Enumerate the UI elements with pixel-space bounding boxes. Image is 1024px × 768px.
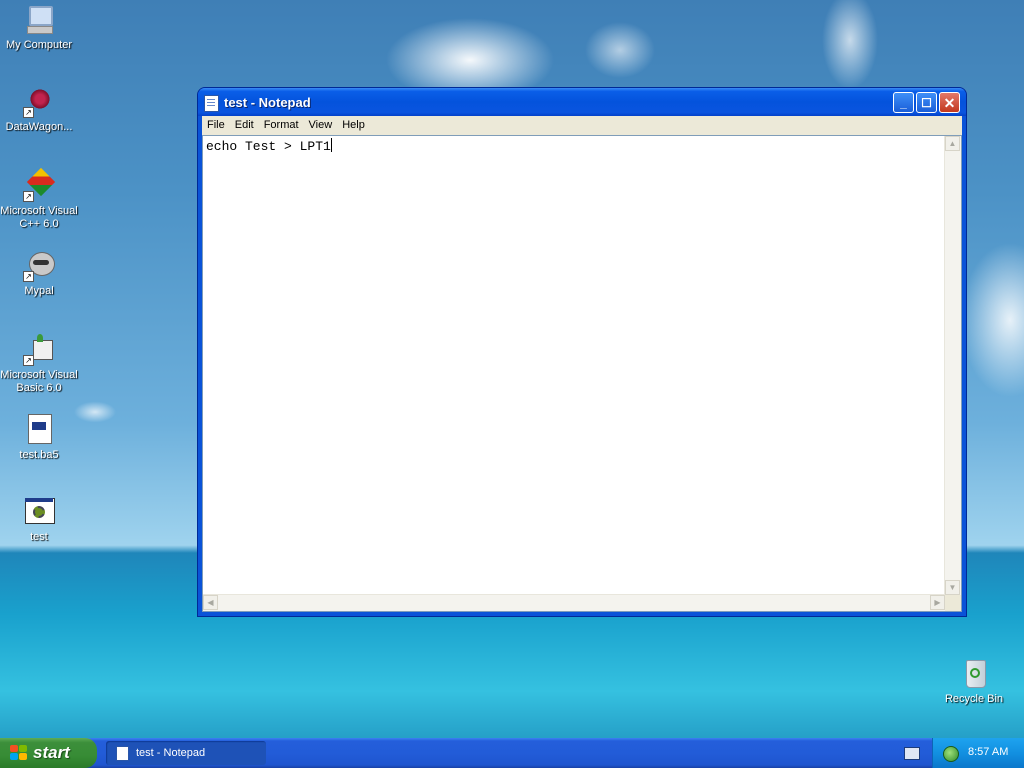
maximize-icon: ☐ — [921, 96, 932, 110]
close-icon: ✕ — [943, 95, 956, 111]
window-titlebar[interactable]: test - Notepad _ ☐ ✕ — [198, 88, 966, 116]
desktop-icon-label: test.ba5 — [19, 449, 59, 461]
shortcut-arrow-icon: ↗ — [23, 355, 34, 366]
menu-edit[interactable]: Edit — [230, 116, 259, 131]
desktop-icon-visual-basic[interactable]: ↗ Microsoft Visual Basic 6.0 — [0, 334, 78, 395]
menu-view[interactable]: View — [304, 116, 338, 131]
notepad-window[interactable]: test - Notepad _ ☐ ✕ File Edit Format View H… — [198, 88, 966, 616]
shortcut-arrow-icon: ↗ — [23, 191, 34, 202]
start-label: start — [33, 743, 70, 762]
datawagon-icon: ↗ — [23, 86, 55, 118]
menu-help[interactable]: Help — [337, 116, 370, 131]
resize-grip[interactable] — [945, 595, 961, 611]
desktop-icon-label: Microsoft Visual Basic 6.0 — [0, 369, 78, 394]
desktop-icon-label: Microsoft Visual C++ 6.0 — [0, 205, 78, 230]
notepad-icon — [116, 746, 129, 761]
scroll-left-button[interactable]: ◀ — [203, 595, 218, 610]
visual-basic-icon: ↗ — [23, 334, 55, 366]
shortcut-arrow-icon: ↗ — [23, 271, 34, 282]
window-title: test - Notepad — [224, 95, 311, 110]
desktop-icon-datawagon[interactable]: ↗ DataWagon... — [0, 86, 78, 134]
taskbar: start test - Notepad 8:57 AM — [0, 738, 1024, 768]
network-icon[interactable] — [943, 746, 959, 762]
arrow-right-icon: ▶ — [934, 598, 941, 607]
minimize-button[interactable]: _ — [893, 92, 914, 113]
desktop-icon-label: Mypal — [24, 285, 54, 297]
windows-logo-icon — [10, 745, 28, 761]
keyboard-icon[interactable] — [904, 747, 920, 760]
horizontal-scrollbar[interactable]: ◀ ▶ — [203, 594, 945, 611]
start-button[interactable]: start — [0, 738, 97, 768]
document-file-icon — [23, 414, 55, 446]
arrow-down-icon: ▼ — [948, 583, 957, 592]
desktop-icon-label: DataWagon... — [5, 121, 73, 133]
desktop-icon-test[interactable]: test — [0, 496, 78, 544]
editor-content[interactable]: echo Test > LPT1 — [206, 139, 331, 154]
close-button[interactable]: ✕ — [939, 92, 960, 113]
taskbar-button-notepad[interactable]: test - Notepad — [106, 741, 266, 765]
executable-gear-icon — [23, 496, 55, 528]
maximize-button[interactable]: ☐ — [916, 92, 937, 113]
visual-cpp-icon: ↗ — [23, 167, 56, 202]
text-editor[interactable]: echo Test > LPT1 ▲ ▼ ◀ ▶ — [202, 135, 962, 612]
menu-format[interactable]: Format — [259, 116, 304, 131]
shortcut-arrow-icon: ↗ — [23, 107, 34, 118]
system-tray: 8:57 AM — [932, 738, 1024, 768]
desktop-icon-my-computer[interactable]: My Computer — [0, 4, 78, 52]
arrow-left-icon: ◀ — [207, 598, 214, 607]
arrow-up-icon: ▲ — [948, 139, 957, 148]
menu-file[interactable]: File — [202, 116, 230, 131]
scroll-down-button[interactable]: ▼ — [945, 580, 960, 595]
minimize-icon: _ — [900, 96, 907, 110]
desktop-icon-label: test — [30, 531, 48, 543]
mypal-raccoon-icon: ↗ — [23, 250, 55, 282]
menu-bar: File Edit Format View Help — [202, 116, 962, 135]
scroll-up-button[interactable]: ▲ — [945, 136, 960, 151]
desktop-icon-label: Recycle Bin — [944, 693, 1004, 705]
scroll-right-button[interactable]: ▶ — [930, 595, 945, 610]
desktop-icon-test-ba5[interactable]: test.ba5 — [0, 414, 78, 462]
notepad-icon — [204, 95, 219, 112]
text-caret — [330, 138, 332, 152]
desktop-icon-recycle-bin[interactable]: Recycle Bin — [935, 658, 1013, 706]
my-computer-icon — [23, 4, 55, 36]
taskbar-button-label: test - Notepad — [136, 747, 206, 759]
recycle-bin-icon — [958, 658, 990, 690]
clock[interactable]: 8:57 AM — [968, 746, 1008, 758]
desktop-icon-label: My Computer — [5, 39, 73, 51]
desktop-icon-mypal[interactable]: ↗ Mypal — [0, 250, 78, 298]
desktop-icon-visual-cpp[interactable]: ↗ Microsoft Visual C++ 6.0 — [0, 167, 78, 231]
vertical-scrollbar[interactable]: ▲ ▼ — [944, 136, 961, 595]
